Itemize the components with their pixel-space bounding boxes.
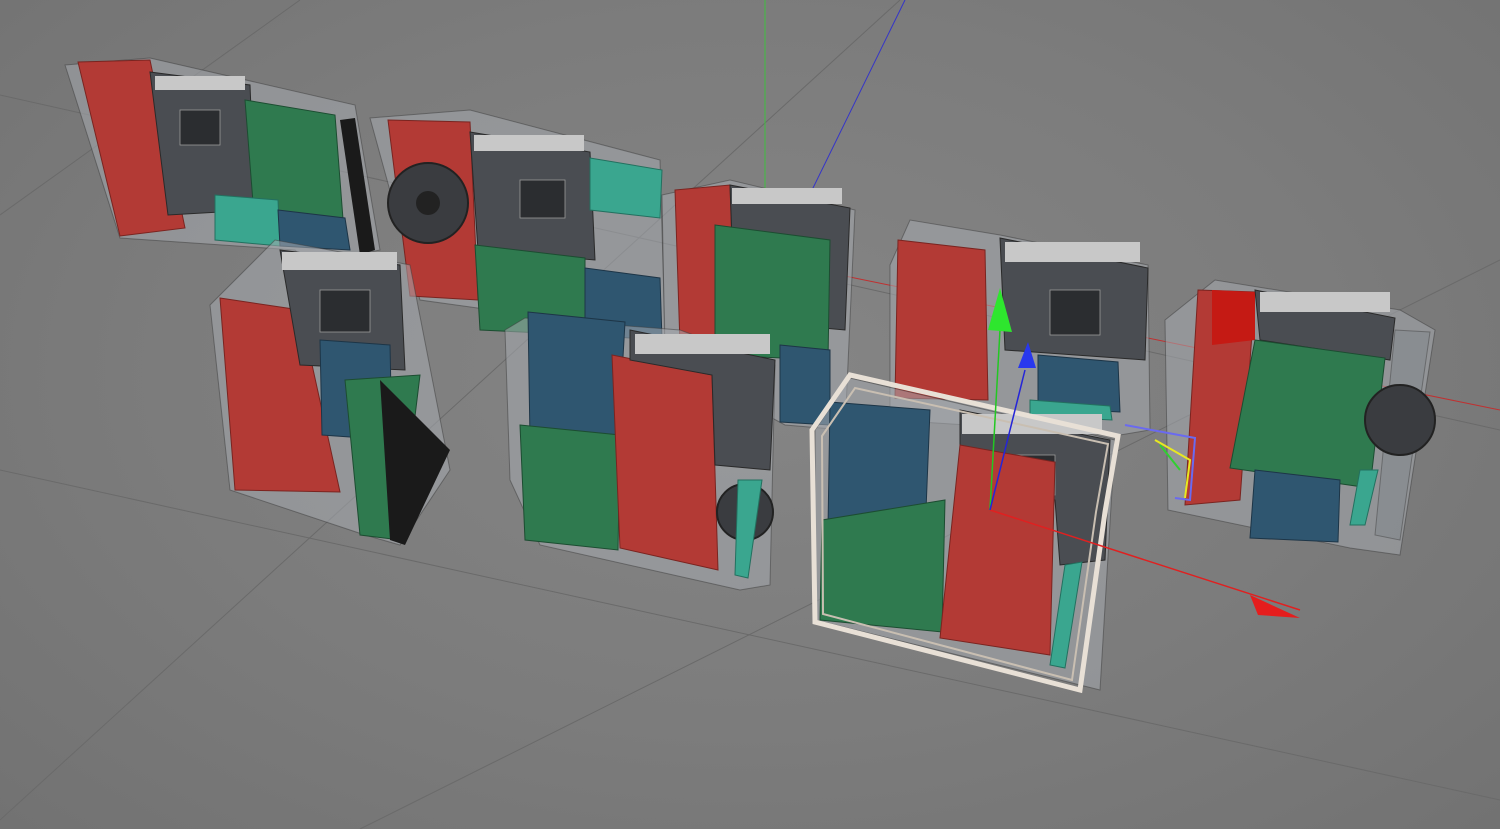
pc-case-8-selected[interactable]	[809, 372, 1121, 694]
move-x-arrow-icon[interactable]	[1250, 595, 1300, 618]
viewport-canvas[interactable]	[0, 0, 1500, 829]
pc-case-6[interactable]	[209, 239, 451, 546]
case-fan-icon	[1364, 384, 1436, 456]
pc-case-5[interactable]	[1164, 279, 1436, 556]
pc-case-1[interactable]	[64, 57, 381, 261]
pc-case-7[interactable]	[504, 311, 776, 591]
3d-viewport[interactable]	[0, 0, 1500, 829]
